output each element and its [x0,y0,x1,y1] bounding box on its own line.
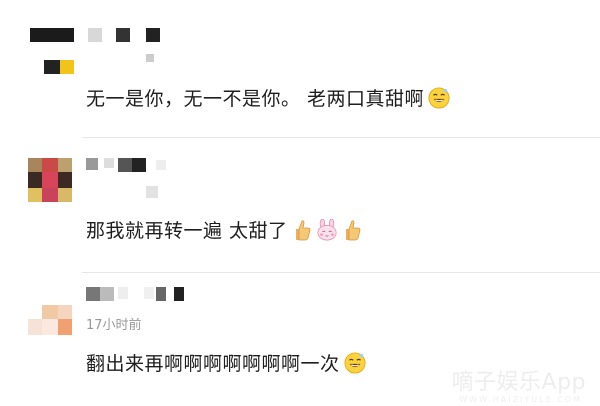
comment-text: 无一是你，无一不是你。 老两口真甜啊 [86,84,450,111]
watermark-url: WWW.HAIZIYULE.COM [459,395,582,404]
bunny-emoji [317,218,337,240]
comment-text: 翻出来再啊啊啊啊啊啊啊一次 [86,349,366,376]
avatar[interactable] [28,158,72,202]
thumbs-up-icon [345,219,360,240]
comment-time: 17小时前 [86,318,142,333]
comment-item-2: 那我就再转一遍 太甜了 [0,138,600,272]
watermark: 嘀子娱乐App [451,370,586,395]
avatar[interactable] [30,28,74,74]
thumbs-up-icon [295,219,310,240]
grin-emoji [343,351,366,374]
comment-text: 那我就再转一遍 太甜了 [86,216,362,243]
avatar[interactable] [28,291,72,335]
grin-emoji [428,86,450,109]
comment-item-1: 无一是你，无一不是你。 老两口真甜啊 [0,0,600,136]
